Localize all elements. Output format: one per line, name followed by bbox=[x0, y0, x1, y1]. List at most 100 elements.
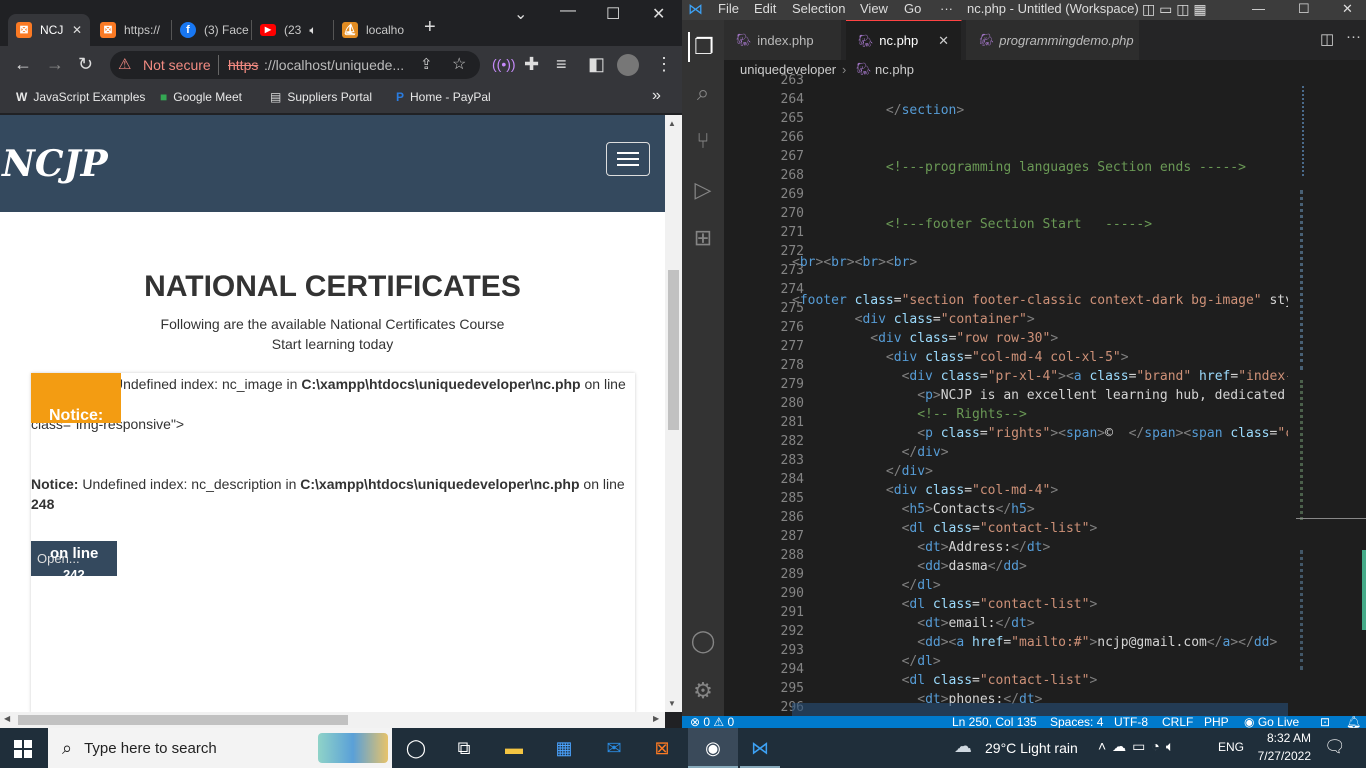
code-line[interactable]: <dt>email:</dt> bbox=[792, 614, 1288, 633]
settings-gear-icon[interactable]: ⚙ bbox=[688, 676, 718, 706]
code-line[interactable]: <div class="row row-30"> bbox=[792, 329, 1288, 348]
more-actions-icon[interactable]: ··· bbox=[1346, 28, 1361, 45]
layout-icons[interactable]: ◫ ▭ ◫ ▦ bbox=[1142, 1, 1207, 18]
start-button[interactable] bbox=[14, 740, 32, 758]
code-line[interactable]: <dd>dasma</dd> bbox=[792, 557, 1288, 576]
security-label[interactable]: Not secure bbox=[143, 57, 211, 73]
reading-list-icon[interactable]: ≡ bbox=[556, 54, 567, 75]
code-line[interactable] bbox=[792, 120, 1288, 139]
extensions-icon[interactable]: ⊞ bbox=[688, 223, 718, 253]
code-line[interactable]: <dl class="contact-list"> bbox=[792, 595, 1288, 614]
share-icon[interactable]: ⇪ bbox=[420, 55, 433, 73]
cursor-position[interactable]: Ln 250, Col 135 bbox=[952, 716, 1037, 728]
weather-text[interactable]: 29°C Light rain bbox=[985, 740, 1078, 756]
xampp-icon[interactable]: ⊠ bbox=[642, 734, 682, 762]
tab-https[interactable]: ⊠ https:// bbox=[92, 14, 170, 46]
account-icon[interactable]: ◯ bbox=[688, 626, 718, 656]
maximize-button[interactable]: ☐ bbox=[1298, 1, 1310, 17]
clock-time[interactable]: 8:32 AM bbox=[1255, 731, 1311, 745]
minimap[interactable] bbox=[1296, 80, 1366, 716]
clock-date[interactable]: 7/27/2022 bbox=[1249, 749, 1311, 763]
menu-more[interactable]: ··· bbox=[940, 1, 953, 16]
bookmark-meet[interactable]: ■ Google Meet bbox=[160, 90, 242, 104]
code-line[interactable]: </div> bbox=[792, 462, 1288, 481]
code-line[interactable]: </div> bbox=[792, 443, 1288, 462]
chrome-taskbar-icon[interactable]: ◉ bbox=[688, 728, 738, 768]
system-tray-icons[interactable]: ˄☁︎▭◔🔈︎ bbox=[1098, 738, 1180, 755]
forward-icon[interactable]: → bbox=[46, 54, 64, 75]
media-icon[interactable]: ((•)) bbox=[492, 56, 516, 72]
code-line[interactable]: <dl class="contact-list"> bbox=[792, 519, 1288, 538]
code-line[interactable] bbox=[792, 177, 1288, 196]
minimize-button[interactable]: — bbox=[560, 2, 576, 20]
sidepanel-icon[interactable]: ◧ bbox=[588, 54, 605, 75]
code-line[interactable]: <br><br><br><br> bbox=[792, 253, 1288, 272]
close-icon[interactable]: ✕ bbox=[938, 33, 949, 49]
split-editor-icon[interactable]: ◫ bbox=[1320, 30, 1334, 48]
close-icon[interactable]: ✕ bbox=[72, 23, 82, 37]
menu-view[interactable]: View bbox=[860, 1, 888, 16]
tab-index-php[interactable]: 🐘︎ index.php bbox=[724, 20, 842, 60]
code-line[interactable]: </dl> bbox=[792, 576, 1288, 595]
vscode-taskbar-icon[interactable]: ⋈ bbox=[740, 728, 780, 768]
code-line[interactable]: <div class="container"> bbox=[792, 310, 1288, 329]
maximize-button[interactable]: ☐ bbox=[606, 4, 620, 24]
taskbar-search[interactable]: ⌕ Type here to search bbox=[48, 728, 392, 768]
code-line[interactable]: <!---footer Section Start -----> bbox=[792, 215, 1288, 234]
cortana-icon[interactable]: ◯ bbox=[396, 734, 436, 762]
open-button[interactable]: Open... on line 242 bbox=[31, 541, 117, 576]
new-tab-button[interactable]: + bbox=[424, 16, 436, 39]
tab-facebook[interactable]: f (3) Face bbox=[172, 14, 250, 46]
menu-icon[interactable]: ⋮ bbox=[655, 54, 673, 75]
search-icon[interactable]: ⌕ bbox=[688, 78, 718, 108]
address-bar[interactable]: ⚠ Not secure https ://localhost/uniquede… bbox=[110, 51, 480, 79]
hamburger-menu-button[interactable] bbox=[606, 142, 650, 176]
tab-nc-php[interactable]: 🐘︎ nc.php ✕ bbox=[846, 20, 962, 60]
minimize-button[interactable]: — bbox=[1252, 1, 1265, 16]
store-icon[interactable]: ▦ bbox=[544, 734, 584, 762]
code-line[interactable]: <div class="pr-xl-4"><a class="brand" hr… bbox=[792, 367, 1288, 386]
encoding[interactable]: UTF-8 bbox=[1114, 716, 1148, 728]
code-line[interactable]: <dt>Address:</dt> bbox=[792, 538, 1288, 557]
code-line[interactable]: <!---programming languages Section ends … bbox=[792, 158, 1288, 177]
code-editor[interactable]: </section> <!---programming languages Se… bbox=[792, 71, 1288, 707]
menu-edit[interactable]: Edit bbox=[754, 1, 776, 16]
tab-search-icon[interactable]: ⌄ bbox=[514, 4, 527, 24]
source-control-icon[interactable]: ⑂ bbox=[688, 126, 718, 156]
code-line[interactable]: <p>NCJP is an excellent learning hub, de… bbox=[792, 386, 1288, 405]
run-debug-icon[interactable]: ▷ bbox=[688, 175, 718, 205]
code-line[interactable]: </section> bbox=[792, 101, 1288, 120]
tab-programmingdemo-php[interactable]: 🐘︎ programmingdemo.php bbox=[966, 20, 1140, 60]
code-line[interactable] bbox=[792, 272, 1288, 291]
close-button[interactable]: ✕ bbox=[652, 4, 665, 24]
speaker-icon[interactable]: 🔈︎ bbox=[309, 23, 316, 38]
back-icon[interactable]: ← bbox=[14, 54, 32, 75]
more-bookmarks[interactable]: » bbox=[652, 87, 661, 105]
code-line[interactable]: <p class="rights"><span>© </span><span c… bbox=[792, 424, 1288, 443]
code-line[interactable]: <!-- Rights--> bbox=[792, 405, 1288, 424]
code-line[interactable]: </dl> bbox=[792, 652, 1288, 671]
file-explorer-icon[interactable]: ▬ bbox=[494, 734, 534, 762]
code-line[interactable]: <div class="col-md-4"> bbox=[792, 481, 1288, 500]
menu-selection[interactable]: Selection bbox=[792, 1, 845, 16]
star-icon[interactable]: ☆ bbox=[452, 54, 466, 74]
bookmark-paypal[interactable]: P Home - PayPal bbox=[396, 90, 491, 104]
menu-go[interactable]: Go bbox=[904, 1, 921, 16]
task-view-icon[interactable]: ⧉ bbox=[444, 734, 484, 762]
reload-icon[interactable]: ↻ bbox=[78, 54, 93, 75]
code-line[interactable] bbox=[792, 196, 1288, 215]
menu-file[interactable]: File bbox=[718, 1, 739, 16]
indentation[interactable]: Spaces: 4 bbox=[1050, 716, 1103, 728]
tab-youtube[interactable]: ▶ (23 🔈︎ bbox=[252, 14, 332, 46]
end-of-line[interactable]: CRLF bbox=[1162, 716, 1193, 728]
feedback-icon[interactable]: ⊡ bbox=[1320, 716, 1330, 728]
code-line[interactable]: <footer class="section footer-classic co… bbox=[792, 291, 1288, 310]
tab-localhost[interactable]: ⛵︎ localho bbox=[334, 14, 412, 46]
horizontal-scrollbar[interactable]: ◀ ▶ bbox=[0, 712, 665, 728]
bookmark-js[interactable]: W JavaScript Examples bbox=[16, 90, 145, 104]
go-live-button[interactable]: ◉ Go Live bbox=[1244, 716, 1299, 728]
code-line[interactable] bbox=[792, 234, 1288, 253]
avatar[interactable] bbox=[617, 54, 639, 76]
mail-icon[interactable]: ✉ bbox=[594, 734, 634, 762]
site-logo[interactable]: NCJP bbox=[2, 143, 108, 185]
